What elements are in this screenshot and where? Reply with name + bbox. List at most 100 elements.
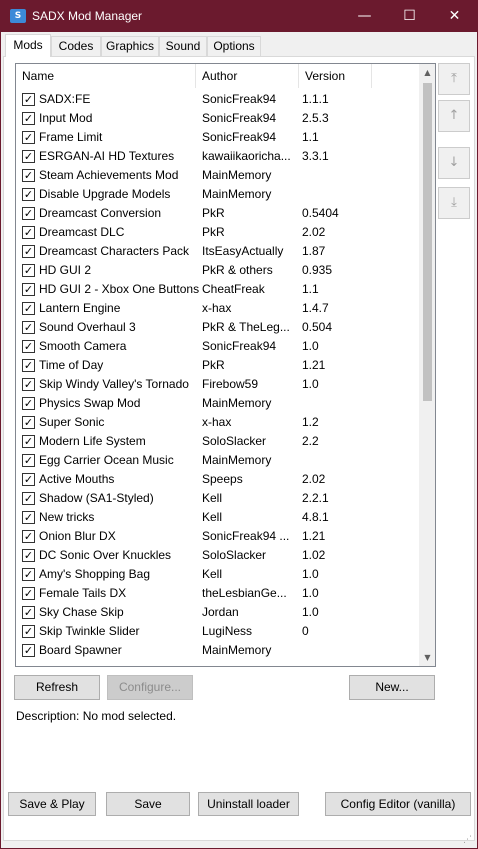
mod-row[interactable]: ✓ Dreamcast DLC PkR 2.02 — [16, 223, 416, 242]
save-button[interactable]: Save — [106, 792, 190, 816]
column-header-version[interactable]: Version — [299, 64, 372, 88]
configure-button[interactable]: Configure... — [107, 675, 193, 700]
mod-list-scrollbar[interactable]: ▲ ▼ — [419, 64, 435, 666]
mod-row[interactable]: ✓ New tricks Kell 4.8.1 — [16, 508, 416, 527]
mod-enabled-checkbox[interactable]: ✓ — [22, 321, 35, 334]
mod-enabled-checkbox[interactable]: ✓ — [22, 378, 35, 391]
refresh-button[interactable]: Refresh — [14, 675, 100, 700]
close-button[interactable]: ✕ — [432, 1, 477, 32]
scroll-up-icon[interactable]: ▲ — [419, 64, 435, 81]
mod-row[interactable]: ✓ Female Tails DX theLesbianGe... 1.0 — [16, 584, 416, 603]
mod-enabled-checkbox[interactable]: ✓ — [22, 188, 35, 201]
mod-author: SonicFreak94 — [202, 111, 277, 125]
mod-enabled-checkbox[interactable]: ✓ — [22, 283, 35, 296]
move-top-button[interactable]: ⤒ — [438, 63, 470, 95]
mod-enabled-checkbox[interactable]: ✓ — [22, 93, 35, 106]
tab-graphics[interactable]: Graphics — [101, 36, 159, 56]
move-up-button[interactable]: ↑ — [438, 100, 470, 132]
tab-codes[interactable]: Codes — [51, 36, 101, 56]
mod-name: Skip Twinkle Slider — [39, 624, 140, 638]
mod-row[interactable]: ✓ Time of Day PkR 1.21 — [16, 356, 416, 375]
mod-row[interactable]: ✓ Physics Swap Mod MainMemory — [16, 394, 416, 413]
scroll-thumb[interactable] — [423, 83, 432, 401]
mod-enabled-checkbox[interactable]: ✓ — [22, 207, 35, 220]
move-down-button[interactable]: ↓ — [438, 147, 470, 179]
mod-row[interactable]: ✓ Steam Achievements Mod MainMemory — [16, 166, 416, 185]
mod-enabled-checkbox[interactable]: ✓ — [22, 131, 35, 144]
mod-list[interactable]: Name Author Version ✓ SADX:FE SonicFreak94… — [15, 63, 436, 667]
column-header-name[interactable]: Name — [16, 64, 196, 88]
mod-row[interactable]: ✓ Active Mouths Speeps 2.02 — [16, 470, 416, 489]
mod-row[interactable]: ✓ DC Sonic Over Knuckles SoloSlacker 1.02 — [16, 546, 416, 565]
mod-row[interactable]: ✓ SADX:FE SonicFreak94 1.1.1 — [16, 90, 416, 109]
minimize-button[interactable]: — — [342, 1, 387, 32]
scroll-down-icon[interactable]: ▼ — [419, 649, 435, 666]
mod-row[interactable]: ✓ Super Sonic x-hax 1.2 — [16, 413, 416, 432]
mod-row[interactable]: ✓ Shadow (SA1-Styled) Kell 2.2.1 — [16, 489, 416, 508]
tab-mods[interactable]: Mods — [5, 34, 51, 57]
mod-enabled-checkbox[interactable]: ✓ — [22, 435, 35, 448]
mod-enabled-checkbox[interactable]: ✓ — [22, 169, 35, 182]
mod-version: 0 — [302, 624, 309, 638]
mod-enabled-checkbox[interactable]: ✓ — [22, 568, 35, 581]
mod-name: Physics Swap Mod — [39, 396, 141, 410]
mod-author: MainMemory — [202, 168, 272, 182]
mod-row[interactable]: ✓ Lantern Engine x-hax 1.4.7 — [16, 299, 416, 318]
mod-enabled-checkbox[interactable]: ✓ — [22, 150, 35, 163]
uninstall-loader-button[interactable]: Uninstall loader — [198, 792, 299, 816]
save-and-play-button[interactable]: Save & Play — [8, 792, 96, 816]
mod-version: 1.4.7 — [302, 301, 329, 315]
mod-row[interactable]: ✓ Sound Overhaul 3 PkR & TheLeg... 0.504 — [16, 318, 416, 337]
tab-sound[interactable]: Sound — [159, 36, 207, 56]
mod-row[interactable]: ✓ Disable Upgrade Models MainMemory — [16, 185, 416, 204]
mod-enabled-checkbox[interactable]: ✓ — [22, 549, 35, 562]
title-bar[interactable]: S SADX Mod Manager — ☐ ✕ — [1, 1, 477, 32]
mod-enabled-checkbox[interactable]: ✓ — [22, 416, 35, 429]
mod-version — [302, 394, 372, 413]
mod-row[interactable]: ✓ ESRGAN-AI HD Textures kawaiikaoricha... 3… — [16, 147, 416, 166]
mod-enabled-checkbox[interactable]: ✓ — [22, 454, 35, 467]
mod-enabled-checkbox[interactable]: ✓ — [22, 359, 35, 372]
mod-enabled-checkbox[interactable]: ✓ — [22, 625, 35, 638]
mod-row[interactable]: ✓ Egg Carrier Ocean Music MainMemory — [16, 451, 416, 470]
mod-enabled-checkbox[interactable]: ✓ — [22, 606, 35, 619]
mod-row[interactable]: ✓ Frame Limit SonicFreak94 1.1 — [16, 128, 416, 147]
mod-enabled-checkbox[interactable]: ✓ — [22, 644, 35, 657]
mod-row[interactable]: ✓ Sky Chase Skip Jordan 1.0 — [16, 603, 416, 622]
mod-enabled-checkbox[interactable]: ✓ — [22, 226, 35, 239]
resize-grip-icon[interactable]: ⋰ — [463, 835, 473, 845]
mod-enabled-checkbox[interactable]: ✓ — [22, 340, 35, 353]
mod-row[interactable]: ✓ HD GUI 2 - Xbox One Buttons CheatFreak 1.… — [16, 280, 416, 299]
mod-row[interactable]: ✓ Input Mod SonicFreak94 2.5.3 — [16, 109, 416, 128]
mod-row[interactable]: ✓ Onion Blur DX SonicFreak94 ... 1.21 — [16, 527, 416, 546]
tab-options[interactable]: Options — [207, 36, 261, 56]
mod-row[interactable]: ✓ Smooth Camera SonicFreak94 1.0 — [16, 337, 416, 356]
mod-enabled-checkbox[interactable]: ✓ — [22, 511, 35, 524]
app-logo-icon: S — [10, 9, 26, 23]
mod-row[interactable]: ✓ Modern Life System SoloSlacker 2.2 — [16, 432, 416, 451]
mod-author: Kell — [202, 567, 223, 581]
mod-row[interactable]: ✓ Board Spawner MainMemory — [16, 641, 416, 660]
mod-row[interactable]: ✓ Dreamcast Conversion PkR 0.5404 — [16, 204, 416, 223]
mod-version: 4.8.1 — [302, 510, 329, 524]
maximize-button[interactable]: ☐ — [387, 1, 432, 32]
mod-enabled-checkbox[interactable]: ✓ — [22, 112, 35, 125]
mod-row[interactable]: ✓ HD GUI 2 PkR & others 0.935 — [16, 261, 416, 280]
mod-row[interactable]: ✓ Skip Windy Valley's Tornado Firebow59 1.0 — [16, 375, 416, 394]
mod-row[interactable]: ✓ Dreamcast Characters Pack ItsEasyActuall… — [16, 242, 416, 261]
mod-name: Amy's Shopping Bag — [39, 567, 151, 581]
column-header-author[interactable]: Author — [196, 64, 299, 88]
mod-enabled-checkbox[interactable]: ✓ — [22, 245, 35, 258]
mod-row[interactable]: ✓ Skip Twinkle Slider LugiNess 0 — [16, 622, 416, 641]
mod-enabled-checkbox[interactable]: ✓ — [22, 397, 35, 410]
mod-enabled-checkbox[interactable]: ✓ — [22, 473, 35, 486]
mod-enabled-checkbox[interactable]: ✓ — [22, 302, 35, 315]
new-mod-button[interactable]: New... — [349, 675, 435, 700]
mod-enabled-checkbox[interactable]: ✓ — [22, 492, 35, 505]
mod-row[interactable]: ✓ Amy's Shopping Bag Kell 1.0 — [16, 565, 416, 584]
move-bottom-button[interactable]: ⤓ — [438, 187, 470, 219]
mod-enabled-checkbox[interactable]: ✓ — [22, 264, 35, 277]
mod-enabled-checkbox[interactable]: ✓ — [22, 530, 35, 543]
config-editor-button[interactable]: Config Editor (vanilla) — [325, 792, 471, 816]
mod-enabled-checkbox[interactable]: ✓ — [22, 587, 35, 600]
